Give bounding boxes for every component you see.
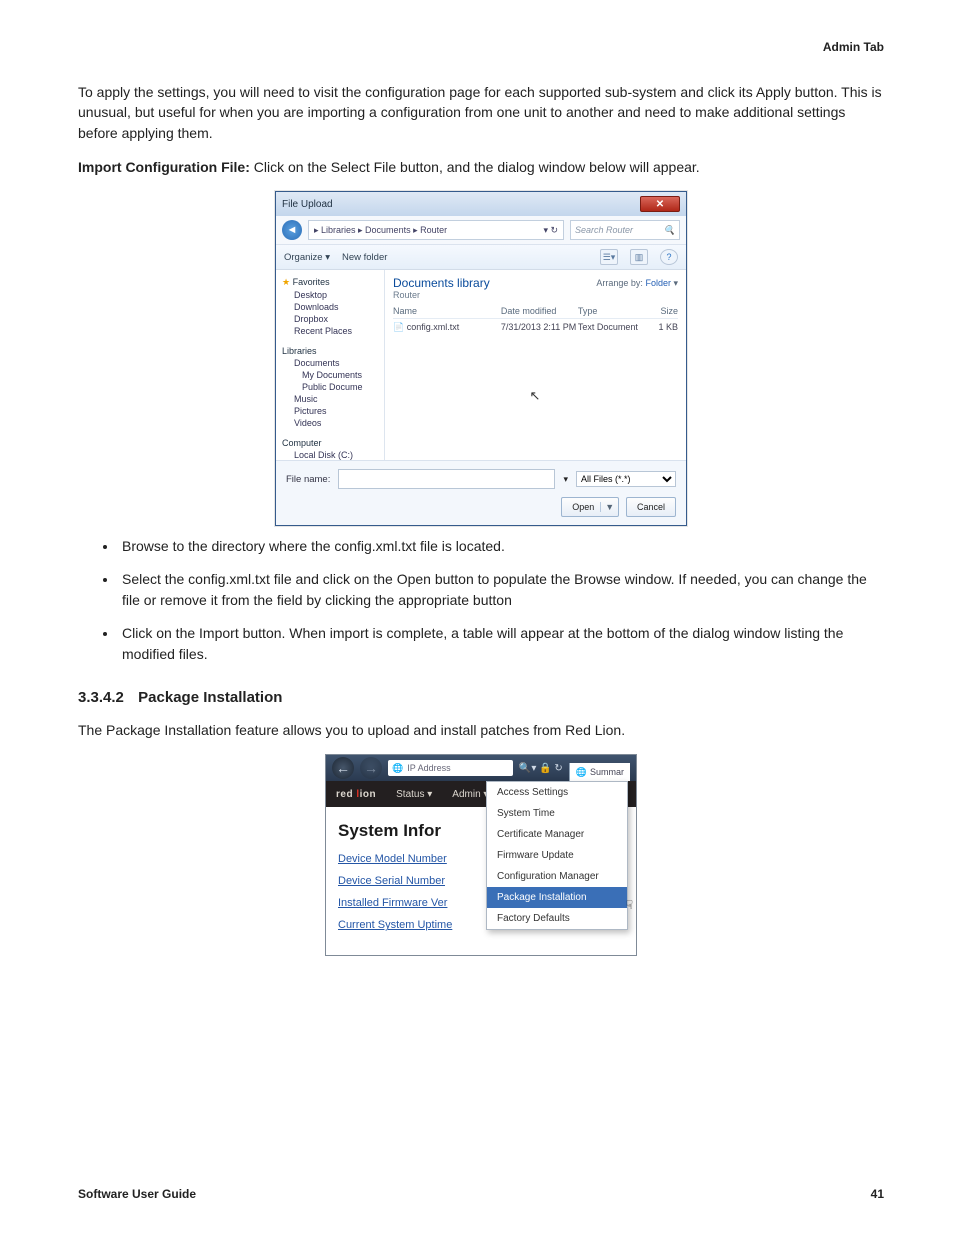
column-headers[interactable]: Name Date modified Type Size bbox=[393, 306, 678, 319]
filename-label: File name: bbox=[286, 474, 330, 485]
search-placeholder: Search Router bbox=[575, 225, 633, 235]
globe-icon: 🌐 bbox=[392, 763, 403, 774]
dialog-title: File Upload bbox=[282, 199, 333, 210]
dialog-navbar: ◄ ▸ Libraries ▸ Documents ▸ Router ▾ ↻ S… bbox=[276, 216, 686, 245]
help-icon[interactable]: ? bbox=[660, 249, 678, 265]
dd-time[interactable]: System Time bbox=[487, 803, 627, 824]
breadcrumb-text: ▸ Libraries ▸ Documents ▸ Router bbox=[314, 225, 447, 236]
forward-icon[interactable]: → bbox=[360, 757, 382, 779]
panel-title: System Infor bbox=[338, 821, 452, 841]
filetype-select[interactable]: All Files (*.*) bbox=[576, 471, 676, 487]
file-upload-dialog: File Upload ✕ ◄ ▸ Libraries ▸ Documents … bbox=[275, 191, 687, 526]
logo: red lion bbox=[336, 789, 376, 800]
dialog-titlebar[interactable]: File Upload ✕ bbox=[276, 192, 686, 216]
cancel-button[interactable]: Cancel bbox=[626, 497, 676, 517]
nav-tree[interactable]: ★ Favorites Desktop Downloads Dropbox Re… bbox=[276, 270, 385, 460]
view-icon[interactable]: ☰▾ bbox=[600, 249, 618, 265]
link-model[interactable]: Device Model Number bbox=[338, 853, 452, 865]
cursor-icon: ↖ bbox=[529, 388, 540, 404]
section-title: Package Installation bbox=[138, 689, 282, 706]
list-item: Browse to the directory where the config… bbox=[118, 536, 884, 557]
list-item: Select the config.xml.txt file and click… bbox=[118, 569, 884, 611]
filename-input[interactable] bbox=[338, 469, 555, 489]
menu-admin[interactable]: Admin ▾ bbox=[452, 789, 488, 800]
dd-cert[interactable]: Certificate Manager bbox=[487, 824, 627, 845]
address-text: IP Address bbox=[407, 763, 450, 773]
system-info-panel: System Infor Device Model Number Device … bbox=[326, 807, 452, 955]
admin-menu-screenshot: ← → 🌐 IP Address 🔍▾ 🔒 ↻ 🌐Summar red lion… bbox=[325, 754, 637, 956]
paragraph-import: Import Configuration File: Click on the … bbox=[78, 157, 884, 177]
dd-config[interactable]: Configuration Manager bbox=[487, 866, 627, 887]
import-text: Click on the Select File button, and the… bbox=[254, 159, 700, 175]
footer-left: Software User Guide bbox=[78, 1187, 196, 1201]
dd-firmware[interactable]: Firmware Update bbox=[487, 845, 627, 866]
dialog-footer: File name: ▾ All Files (*.*) Open▼ Cance… bbox=[276, 460, 686, 525]
list-item: Click on the Import button. When import … bbox=[118, 623, 884, 665]
chevron-down-icon[interactable]: ▾ ↻ bbox=[543, 225, 558, 236]
page-header: Admin Tab bbox=[78, 40, 884, 54]
table-row[interactable]: 📄 config.xml.txt 7/31/2013 2:11 PM Text … bbox=[393, 322, 678, 333]
paragraph-apply: To apply the settings, you will need to … bbox=[78, 82, 884, 143]
footer-right: 41 bbox=[871, 1187, 884, 1201]
instruction-list: Browse to the directory where the config… bbox=[78, 536, 884, 665]
section-heading: 3.3.4.2 Package Installation bbox=[78, 689, 884, 706]
link-firmware[interactable]: Installed Firmware Ver bbox=[338, 897, 452, 909]
menu-status[interactable]: Status ▾ bbox=[396, 789, 432, 800]
preview-icon[interactable]: ▥ bbox=[630, 249, 648, 265]
import-label: Import Configuration File: bbox=[78, 159, 254, 175]
link-serial[interactable]: Device Serial Number bbox=[338, 875, 452, 887]
search-input[interactable]: Search Router 🔍 bbox=[570, 220, 680, 240]
file-list[interactable]: Documents library Router Arrange by: Fol… bbox=[385, 270, 686, 460]
back-icon[interactable]: ◄ bbox=[282, 220, 302, 240]
new-folder-button[interactable]: New folder bbox=[342, 252, 387, 263]
link-uptime[interactable]: Current System Uptime bbox=[338, 919, 452, 931]
close-icon[interactable]: ✕ bbox=[640, 196, 680, 212]
dd-package[interactable]: Package Installation☟ bbox=[487, 887, 627, 908]
dd-access[interactable]: Access Settings bbox=[487, 782, 627, 803]
section-number: 3.3.4.2 bbox=[78, 689, 134, 706]
hand-cursor-icon: ☟ bbox=[626, 898, 633, 912]
back-icon[interactable]: ← bbox=[332, 757, 354, 779]
dialog-toolbar: Organize ▾ New folder ☰▾ ▥ ? bbox=[276, 245, 686, 270]
browser-tab[interactable]: 🌐Summar bbox=[569, 763, 630, 781]
arrange-by[interactable]: Arrange by: Folder ▾ bbox=[596, 278, 678, 289]
address-bar[interactable]: 🌐 IP Address bbox=[388, 760, 513, 776]
paragraph-package: The Package Installation feature allows … bbox=[78, 720, 884, 740]
organize-menu[interactable]: Organize ▾ bbox=[284, 252, 330, 263]
dd-factory[interactable]: Factory Defaults bbox=[487, 908, 627, 929]
library-subtitle: Router bbox=[393, 290, 678, 300]
admin-dropdown[interactable]: Access Settings System Time Certificate … bbox=[486, 781, 628, 930]
open-button[interactable]: Open▼ bbox=[561, 497, 619, 517]
search-icon: 🔍 bbox=[664, 225, 675, 236]
browser-icons[interactable]: 🔍▾ 🔒 ↻ bbox=[519, 763, 563, 774]
breadcrumb[interactable]: ▸ Libraries ▸ Documents ▸ Router ▾ ↻ bbox=[308, 220, 564, 240]
browser-bar: ← → 🌐 IP Address 🔍▾ 🔒 ↻ 🌐Summar bbox=[326, 755, 636, 781]
